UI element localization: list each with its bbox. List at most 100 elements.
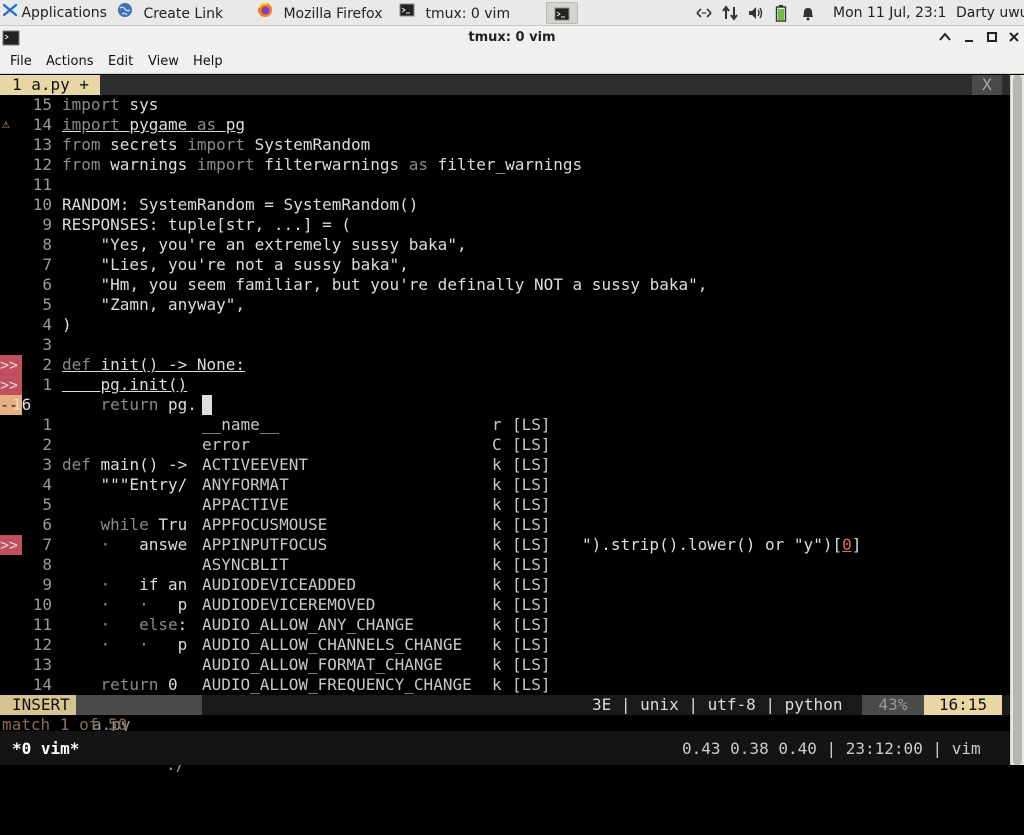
completion-source: [LS] [512, 675, 551, 694]
vim-tab-close[interactable]: X [972, 75, 1002, 95]
code-line[interactable]: 8 "Yes, you're an extremely sussy baka", [0, 235, 1010, 255]
completion-source: [LS] [512, 615, 551, 634]
code-line[interactable]: 11 [0, 175, 1010, 195]
terminal-area[interactable]: 1 a.py + X 15 import sys ⚠ 14 import pygame … [0, 75, 1024, 774]
completion-word: ANYFORMAT [202, 475, 289, 494]
sign-column [0, 315, 22, 335]
code-line[interactable]: 4) [0, 315, 1010, 335]
menu-help[interactable]: Help [189, 50, 227, 74]
sign-column [0, 555, 22, 575]
completion-kind: k [492, 595, 502, 614]
completion-item[interactable]: AUDIODEVICEADDED k [LS] [192, 575, 562, 595]
minimize-button[interactable] [962, 30, 976, 46]
line-number: 9 [42, 575, 52, 594]
active-terminal-task[interactable] [546, 2, 578, 24]
shade-button[interactable] [938, 30, 952, 46]
maximize-button[interactable] [985, 30, 999, 46]
network-icon[interactable] [695, 0, 717, 26]
close-icon [1009, 32, 1019, 42]
tmux-window-list[interactable]: *0 vim* [12, 739, 79, 759]
window-title: tmux: 0 vim [468, 30, 556, 45]
battery-icon[interactable] [775, 0, 791, 26]
sign-column [0, 255, 22, 275]
sign-column [0, 435, 22, 455]
completion-item[interactable]: __name__ r [LS] [192, 415, 562, 435]
completion-word: AUDIO_ALLOW_FREQUENCY_CHANGE [202, 675, 472, 694]
line-number: 11 [32, 175, 52, 194]
completion-item[interactable]: AUDIODEVICEREMOVED k [LS] [192, 595, 562, 615]
task-tmux[interactable]: tmux: 0 vim [394, 0, 540, 26]
status-percent: 43% [862, 695, 924, 715]
line-number: 2 [42, 355, 52, 374]
menu-edit[interactable]: Edit [104, 50, 137, 74]
line-number: 3 [42, 455, 52, 474]
task-firefox[interactable]: Mozilla Firefox [252, 0, 390, 26]
code-text: return 0 [100, 675, 178, 694]
line-number: 15 [32, 95, 52, 114]
close-button[interactable] [1007, 30, 1021, 46]
code-line[interactable]: >> 2 def init() -> None: [0, 355, 1010, 375]
vim-tab-active[interactable]: 1 a.py + [0, 75, 100, 95]
line-number: 1 [42, 415, 52, 434]
completion-item[interactable]: AUDIO_ALLOW_FORMAT_CHANGE k [LS] [192, 655, 562, 675]
completion-source: [LS] [512, 495, 551, 514]
clock[interactable]: Mon 11 Jul, 23:12 [833, 0, 947, 26]
menu-file[interactable]: File [6, 50, 36, 74]
code-line[interactable]: 15 import sys [0, 95, 1010, 115]
line-number: 4 [42, 475, 52, 494]
completion-item[interactable]: ANYFORMAT k [LS] [192, 475, 562, 495]
completion-source: [LS] [512, 575, 551, 594]
completion-item[interactable]: AUDIO_ALLOW_CHANNELS_CHANGE k [LS] [192, 635, 562, 655]
line-number: 6 [42, 515, 52, 534]
code-line[interactable]: 13 from secrets import SystemRandom [0, 135, 1010, 155]
code-line[interactable]: >> 1 pg.init() [0, 375, 1010, 395]
sign-column: >> [0, 535, 22, 555]
completion-source: [LS] [512, 595, 551, 614]
code-text: ) [62, 315, 72, 334]
code-text: import sys [62, 95, 159, 114]
code-text: "Lies, you're not a sussy baka", [62, 255, 409, 274]
code-text: from secrets import SystemRandom [62, 135, 371, 154]
completion-kind: k [492, 535, 502, 554]
completion-source: [LS] [512, 455, 551, 474]
notification-bell-icon[interactable] [800, 0, 820, 26]
sign-column [0, 655, 22, 675]
sign-column [0, 415, 22, 435]
terminal-scrollbar[interactable] [1010, 75, 1024, 765]
code-line[interactable]: 9 RESPONSES: tuple[str, ...] = ( [0, 215, 1010, 235]
vim-statusline: INSERT a.py | :/ 3E | unix | utf-8 | pyt… [0, 695, 1010, 774]
code-line[interactable]: 3 [0, 335, 1010, 355]
completion-item[interactable]: ACTIVEEVENT k [LS] [192, 455, 562, 475]
volume-icon[interactable] [747, 0, 769, 26]
code-line[interactable]: ⚠ 14 import pygame as pg [0, 115, 1010, 135]
line-number: 5 [42, 495, 52, 514]
transfer-arrows-icon[interactable] [721, 0, 743, 26]
menu-actions[interactable]: Actions [42, 50, 98, 74]
menu-view[interactable]: View [144, 50, 183, 74]
code-line[interactable]: -- 16 return pg. [0, 395, 1010, 415]
code-text: while Tru [100, 515, 188, 534]
panel-separator: ⋮ [683, 0, 689, 26]
completion-item[interactable]: AUDIO_ALLOW_ANY_CHANGE k [LS] [192, 615, 562, 635]
code-line[interactable]: 5 "Zamn, anyway", [0, 295, 1010, 315]
window-titlebar[interactable]: tmux: 0 vim [0, 26, 1024, 50]
status-file-section: a.py | :/ [76, 695, 202, 774]
scrollbar-thumb[interactable] [1013, 75, 1022, 765]
applications-menu[interactable]: Applications [0, 0, 108, 26]
completion-item[interactable]: ASYNCBLIT k [LS] [192, 555, 562, 575]
completion-item[interactable]: APPACTIVE k [LS] [192, 495, 562, 515]
task-create-link[interactable]: Create Link [112, 0, 250, 26]
completion-item[interactable]: AUDIO_ALLOW_FREQUENCY_CHANGE k [LS] [192, 675, 562, 695]
code-line[interactable]: 6 "Hm, you seem familiar, but you're def… [0, 275, 1010, 295]
completion-item[interactable]: error C [LS] [192, 435, 562, 455]
user-menu[interactable]: Darty uwu [956, 0, 1024, 26]
completion-word: ASYNCBLIT [202, 555, 289, 574]
completion-kind: k [492, 455, 502, 474]
code-line[interactable]: 12 from warnings import filterwarnings as… [0, 155, 1010, 175]
code-text: import pygame as pg [62, 115, 246, 134]
code-line[interactable]: 10 RANDOM: SystemRandom = SystemRandom() [0, 195, 1010, 215]
completion-item[interactable]: APPINPUTFOCUS k [LS] [192, 535, 562, 555]
completion-item[interactable]: APPFOCUSMOUSE k [LS] [192, 515, 562, 535]
line-number: 11 [32, 615, 52, 634]
code-line[interactable]: 7 "Lies, you're not a sussy baka", [0, 255, 1010, 275]
